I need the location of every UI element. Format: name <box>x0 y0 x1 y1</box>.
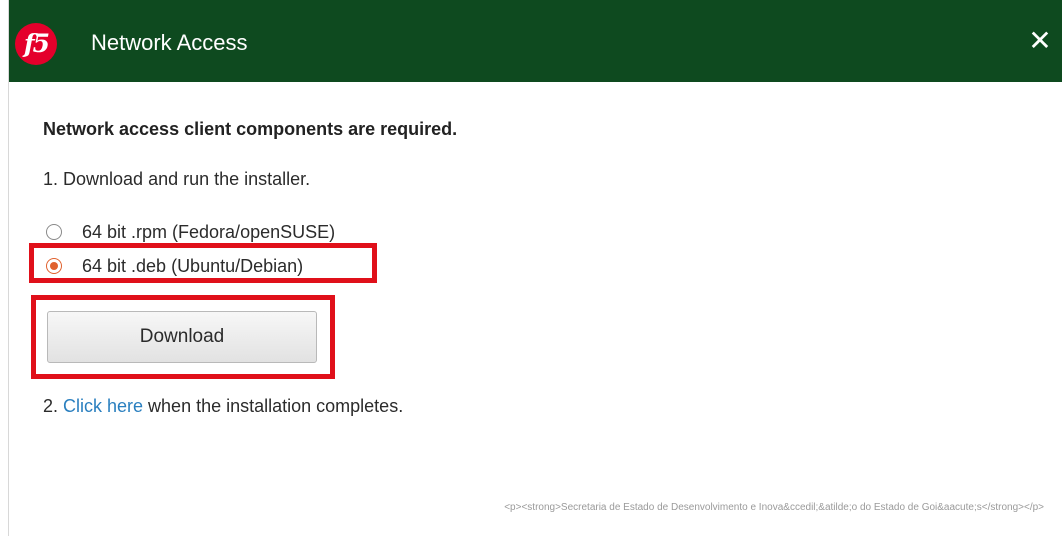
step-2-instruction: 2. Click here when the installation comp… <box>43 396 403 417</box>
highlight-box-deb-option <box>29 243 377 283</box>
highlight-box-download-button <box>31 295 335 379</box>
network-access-dialog: f5 Network Access ✕ Network access clien… <box>8 0 1062 536</box>
step-1-instruction: 1. Download and run the installer. <box>43 169 311 189</box>
close-icon[interactable]: ✕ <box>1023 24 1057 58</box>
option-rpm-label: 64 bit .rpm (Fedora/openSUSE) <box>82 221 336 242</box>
radio-rpm[interactable] <box>46 224 62 240</box>
option-rpm[interactable]: 64 bit .rpm (Fedora/openSUSE) <box>46 220 335 244</box>
dialog-titlebar: f5 Network Access ✕ <box>9 0 1062 82</box>
step-2-suffix: when the installation completes. <box>143 396 404 416</box>
step-2-prefix: 2. <box>43 396 64 416</box>
f5-logo-icon: f5 <box>15 23 57 65</box>
click-here-link[interactable]: Click here <box>63 396 143 416</box>
dialog-title: Network Access <box>91 30 248 55</box>
requirement-heading: Network access client components are req… <box>43 119 458 139</box>
footer-organization-note: <p><strong>Secretaria de Estado de Desen… <box>504 502 1044 513</box>
